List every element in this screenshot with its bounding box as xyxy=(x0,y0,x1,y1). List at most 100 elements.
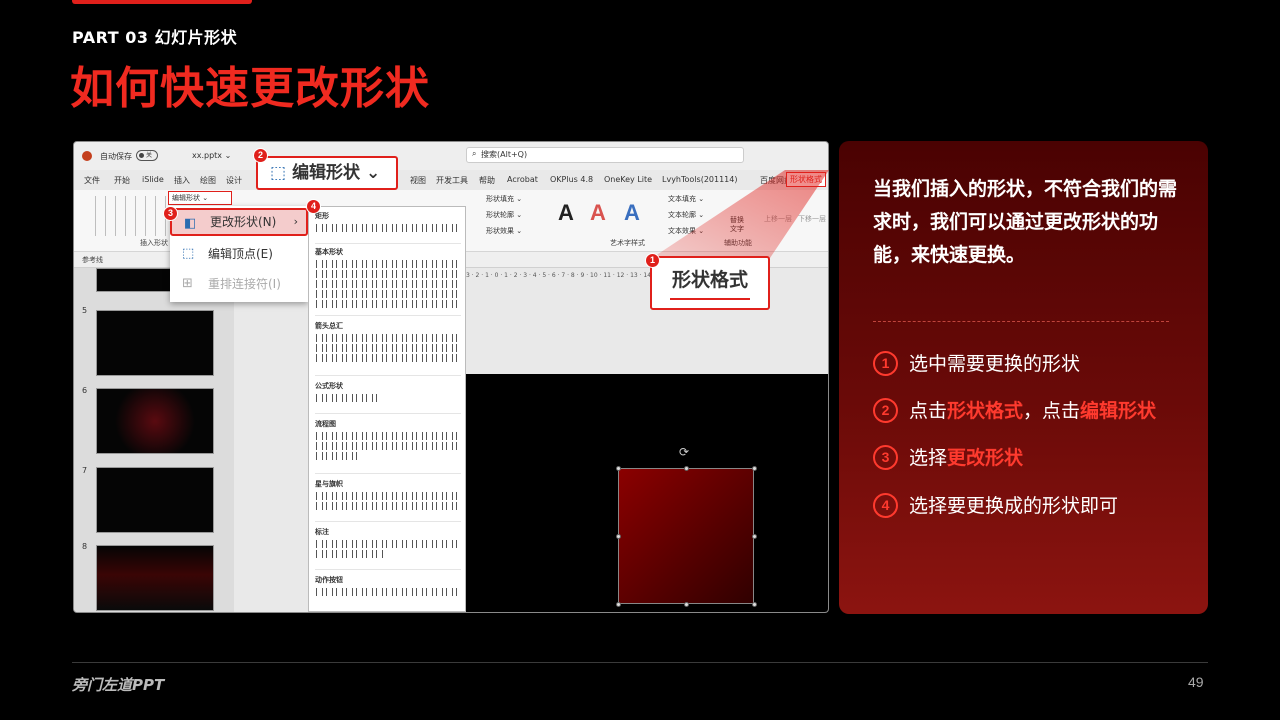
shape-section-callouts: 标注 xyxy=(315,527,461,560)
resize-handle[interactable] xyxy=(752,602,757,607)
wordart-styles-label: 艺术字样式 xyxy=(610,239,645,247)
divider xyxy=(315,315,461,316)
tab-islide[interactable]: iSlide xyxy=(142,175,164,184)
tab-lvyhtools[interactable]: LvyhTools(201114) xyxy=(662,175,737,184)
tab-home[interactable]: 开始 xyxy=(114,175,130,186)
title-bar: 自动保存 关 xx.pptx ⌄ 搜索(Alt+Q) ⌕ xyxy=(74,142,828,170)
divider xyxy=(315,413,461,414)
menu-edit-points[interactable]: ⬚ 编辑顶点(E) xyxy=(170,240,308,268)
shape-row[interactable] xyxy=(315,540,461,548)
footer-brand: 旁门左道PPT xyxy=(72,676,165,694)
tab-design[interactable]: 设计 xyxy=(226,175,242,186)
shape-row[interactable] xyxy=(315,442,461,450)
shape-fill-button[interactable]: 形状填充 ⌄ xyxy=(486,194,522,204)
step-number: 1 xyxy=(873,351,898,376)
shape-row[interactable] xyxy=(315,290,461,298)
divider xyxy=(315,375,461,376)
bring-forward-button[interactable]: 上移一层 xyxy=(764,214,792,224)
shape-row[interactable] xyxy=(315,300,461,308)
tab-draw[interactable]: 绘图 xyxy=(200,175,216,186)
step-text: 选择要更换成的形状即可 xyxy=(909,495,1119,517)
shape-row[interactable] xyxy=(315,502,461,510)
shape-effects-button[interactable]: 形状效果 ⌄ xyxy=(486,226,522,236)
tab-developer[interactable]: 开发工具 xyxy=(436,175,468,186)
shape-outline-button[interactable]: 形状轮廓 ⌄ xyxy=(486,210,522,220)
step-item-4: 4 选择要更换成的形状即可 xyxy=(873,493,1118,519)
edit-shape-callout-label: 编辑形状 ⌄ xyxy=(292,163,381,183)
slide-canvas[interactable]: ⟳ xyxy=(466,374,828,612)
edit-shape-button-small[interactable]: 编辑形状 ⌄ xyxy=(168,191,232,205)
shape-section-title: 基本形状 xyxy=(315,248,343,256)
resize-handle[interactable] xyxy=(752,534,757,539)
tab-file[interactable]: 文件 xyxy=(84,175,100,186)
shape-row[interactable] xyxy=(315,354,461,362)
divider xyxy=(315,473,461,474)
selected-square-shape[interactable] xyxy=(618,468,754,604)
resize-handle[interactable] xyxy=(684,466,689,471)
step-number: 4 xyxy=(873,493,898,518)
shape-row[interactable] xyxy=(315,452,359,460)
menu-reroute-connectors: ⊞ 重排连接符(I) xyxy=(170,270,308,298)
accessibility-label: 辅助功能 xyxy=(724,239,752,247)
powerpoint-logo-icon xyxy=(82,151,92,161)
wordart-black[interactable]: A xyxy=(558,200,574,226)
step-text: ，点击 xyxy=(1023,400,1081,422)
insert-shapes-gallery[interactable] xyxy=(88,196,166,236)
text-outline-button[interactable]: 文本轮廓 ⌄ xyxy=(668,210,704,220)
tab-view[interactable]: 视图 xyxy=(410,175,426,186)
shape-row[interactable] xyxy=(315,224,461,232)
tab-okplus[interactable]: OKPlus 4.8 xyxy=(550,175,593,184)
slide-number: 5 xyxy=(82,306,88,315)
text-fill-button[interactable]: 文本填充 ⌄ xyxy=(668,194,704,204)
shape-row[interactable] xyxy=(315,334,461,342)
step-badge-1: 1 xyxy=(645,253,660,268)
alt-text-button[interactable]: 替换文字 xyxy=(730,216,750,234)
tab-help[interactable]: 帮助 xyxy=(479,175,495,186)
card-divider xyxy=(873,321,1169,322)
tab-acrobat[interactable]: Acrobat xyxy=(507,175,538,184)
tab-shape-format[interactable]: 形状格式 xyxy=(786,172,826,187)
text-effects-button[interactable]: 文本效果 ⌄ xyxy=(668,226,704,236)
shape-section-title: 动作按钮 xyxy=(315,576,343,584)
wordart-red[interactable]: A xyxy=(590,200,606,226)
slide-thumbnail[interactable] xyxy=(96,467,214,533)
rotate-handle-icon[interactable]: ⟳ xyxy=(679,445,689,459)
edit-points-icon: ⬚ xyxy=(182,246,195,261)
shape-row[interactable] xyxy=(315,344,461,352)
slide-thumbnail[interactable] xyxy=(96,388,214,454)
menu-change-shape[interactable]: ◧ 更改形状(N) › xyxy=(170,208,308,236)
step-badge-3: 3 xyxy=(163,206,178,221)
file-name[interactable]: xx.pptx ⌄ xyxy=(192,151,231,160)
top-accent-bar xyxy=(72,0,252,4)
autosave-toggle[interactable]: 关 xyxy=(136,150,158,161)
tab-onekey[interactable]: OneKey Lite xyxy=(604,175,652,184)
resize-handle[interactable] xyxy=(616,602,621,607)
shape-row[interactable] xyxy=(315,492,461,500)
resize-handle[interactable] xyxy=(684,602,689,607)
tab-insert[interactable]: 插入 xyxy=(174,175,190,186)
shape-row[interactable] xyxy=(315,588,461,596)
edit-shape-callout[interactable]: ⬚ 编辑形状 ⌄ xyxy=(256,156,398,190)
shape-row[interactable] xyxy=(315,394,379,402)
shape-row[interactable] xyxy=(315,270,461,278)
shape-row[interactable] xyxy=(315,550,385,558)
wordart-blue[interactable]: A xyxy=(624,200,640,226)
search-input[interactable]: 搜索(Alt+Q) xyxy=(466,147,744,163)
resize-handle[interactable] xyxy=(752,466,757,471)
menu-reroute-label: 重排连接符(I) xyxy=(208,277,281,291)
ribbon-tabs: 文件 开始 iSlide 插入 绘图 设计 视图 开发工具 帮助 Acrobat… xyxy=(74,170,828,190)
shape-section-title: 矩形 xyxy=(315,212,329,220)
resize-handle[interactable] xyxy=(616,534,621,539)
slide-thumbnail[interactable] xyxy=(96,545,214,611)
shape-format-callout[interactable]: 形状格式 xyxy=(650,256,770,310)
shape-section-basic: 基本形状 xyxy=(315,247,461,310)
change-shape-icon: ◧ xyxy=(184,216,197,231)
slide-number: 8 xyxy=(82,542,88,551)
shape-row[interactable] xyxy=(315,280,461,288)
resize-handle[interactable] xyxy=(616,466,621,471)
reference-line-checkbox[interactable]: 参考线 xyxy=(82,255,103,265)
shape-row[interactable] xyxy=(315,432,461,440)
shape-row[interactable] xyxy=(315,260,461,268)
slide-thumbnail[interactable] xyxy=(96,310,214,376)
send-backward-button[interactable]: 下移一层 xyxy=(798,214,826,224)
